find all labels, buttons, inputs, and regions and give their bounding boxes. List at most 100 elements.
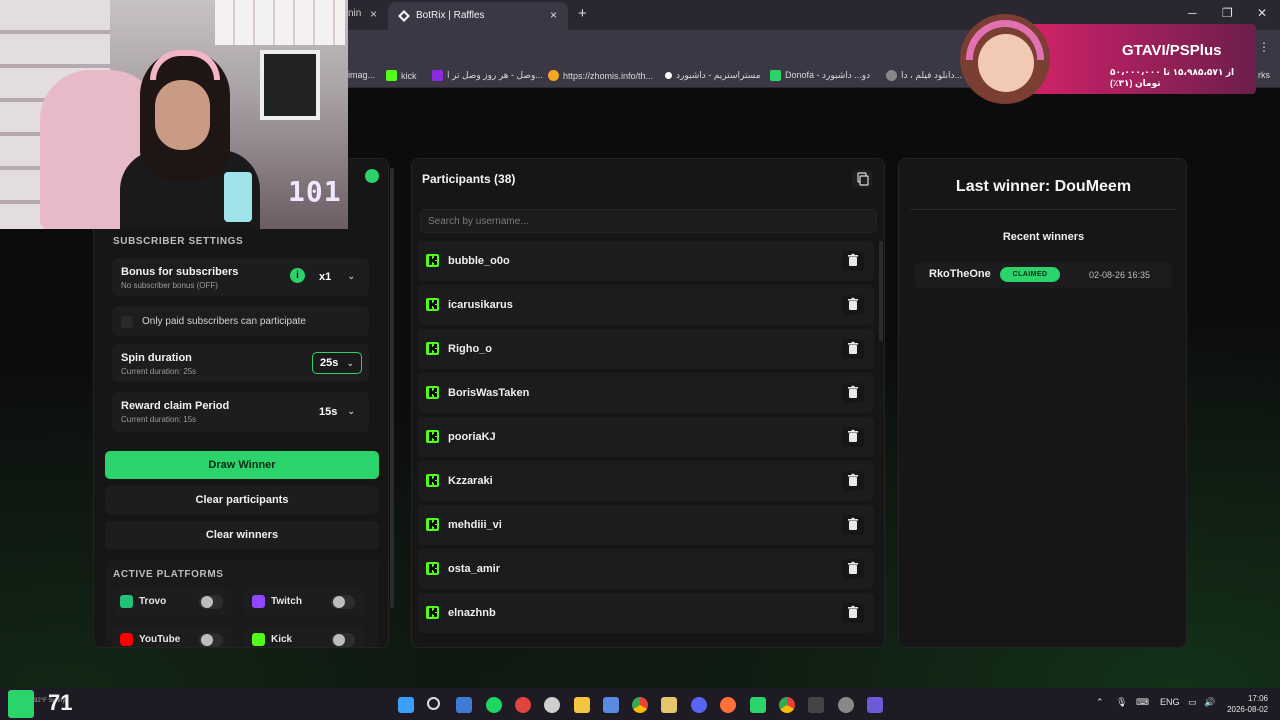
network-icon[interactable]: ▭ — [1188, 697, 1197, 708]
bonus-select[interactable]: x1 ⌄ — [312, 266, 362, 288]
winners-panel: Last winner: DouMeem Recent winners RkoT… — [898, 158, 1187, 648]
bookmark-item[interactable]: imag... — [348, 70, 375, 80]
bookmark-item[interactable]: https://zhomis.info/th... — [548, 70, 653, 81]
bookmark-item[interactable]: وصل - هر روز وصل تر ا... — [432, 70, 543, 81]
bookmark-item[interactable]: مستراستریم - داشبورد — [665, 70, 761, 81]
folder-icon[interactable] — [574, 697, 590, 713]
trash-icon — [848, 385, 858, 398]
kick-icon — [426, 430, 439, 443]
terminal-icon[interactable] — [808, 697, 824, 713]
bookmark-item[interactable]: Donofa - دو... داشبورد — [770, 70, 870, 81]
close-icon[interactable]: × — [550, 8, 557, 22]
taskview-icon[interactable] — [456, 697, 472, 713]
spotify-icon[interactable] — [486, 697, 502, 713]
participant-username: BorisWasTaken — [448, 387, 530, 399]
settings-panel: SUBSCRIBER SETTINGS Bonus for subscriber… — [93, 158, 389, 648]
window-close-icon[interactable]: ✕ — [1257, 6, 1267, 20]
only-paid-checkbox[interactable] — [121, 316, 133, 328]
bookmark-item[interactable]: kick — [386, 70, 417, 81]
volume-icon[interactable]: 🔊 — [1204, 697, 1215, 708]
chevron-up-icon[interactable]: ⌃ — [1096, 697, 1104, 708]
last-winner-title: Last winner: DouMeem — [955, 178, 1132, 195]
participant-row: elnazhnb — [418, 593, 874, 633]
spin-duration-select[interactable]: 25s ⌄ — [312, 352, 362, 374]
settings-scrollbar[interactable] — [389, 160, 395, 646]
delete-participant-button[interactable] — [842, 383, 864, 403]
trash-icon — [848, 297, 858, 310]
webcam-poster — [215, 0, 345, 45]
delete-participant-button[interactable] — [842, 471, 864, 491]
participants-panel: Participants (38) bubble_o0o icarusikarus… — [411, 158, 885, 648]
youtube-icon — [120, 633, 133, 646]
weather-widget[interactable]: 92°F Sunny 71 — [8, 690, 78, 718]
chrome-icon[interactable] — [632, 697, 648, 713]
delete-participant-button[interactable] — [842, 427, 864, 447]
platform-youtube: YouTube — [113, 627, 233, 647]
trash-icon — [848, 561, 858, 574]
start-icon[interactable] — [398, 697, 414, 713]
youtube-toggle[interactable] — [199, 633, 223, 647]
bookmark-item[interactable]: دانلود فیلم ، دا... — [886, 70, 962, 81]
participants-scrollbar[interactable] — [879, 241, 883, 341]
app-icon[interactable] — [867, 697, 883, 713]
menu-dots-icon[interactable]: ⋮ — [1258, 40, 1270, 54]
delete-participant-button[interactable] — [842, 559, 864, 579]
trash-icon — [848, 429, 858, 442]
kick-icon — [252, 633, 265, 646]
platform-name: Trovo — [139, 596, 167, 607]
mic-icon[interactable]: 🎙 — [1116, 697, 1127, 708]
firefox-icon[interactable] — [720, 697, 736, 713]
keyboard-icon[interactable]: ⌨ — [1136, 697, 1149, 708]
clear-winners-button[interactable]: Clear winners — [105, 521, 379, 549]
delete-participant-button[interactable] — [842, 603, 864, 623]
delete-participant-button[interactable] — [842, 251, 864, 271]
clock-date: 2026-08-02 — [1227, 705, 1268, 714]
participant-row: pooriaKJ — [418, 417, 874, 457]
spin-sub: Current duration: 25s — [121, 367, 197, 376]
participant-row: Kzzaraki — [418, 461, 874, 501]
discord-icon[interactable] — [691, 697, 707, 713]
kick-toggle[interactable] — [331, 633, 355, 647]
chevron-down-icon: ⌄ — [346, 358, 354, 368]
delete-participant-button[interactable] — [842, 339, 864, 359]
winner-date: 02-08-26 16:35 — [1089, 270, 1151, 280]
trash-icon — [848, 473, 858, 486]
tab-previous-label[interactable]: nin — [348, 8, 361, 19]
play-icon — [665, 72, 672, 79]
participant-row: BorisWasTaken — [418, 373, 874, 413]
globe-icon — [886, 70, 897, 81]
reward-period-select[interactable]: 15s ⌄ — [312, 401, 362, 423]
participant-row: mehdiii_vi — [418, 505, 874, 545]
participant-username: osta_amir — [448, 563, 500, 575]
search-icon[interactable] — [427, 697, 440, 710]
app-icon[interactable] — [661, 697, 677, 713]
delete-participant-button[interactable] — [842, 295, 864, 315]
active-platforms-card: ACTIVE PLATFORMS Trovo Twitch YouTube Ki… — [105, 560, 379, 647]
trovo-toggle[interactable] — [199, 595, 223, 609]
delete-participant-button[interactable] — [842, 515, 864, 535]
trovo-icon — [120, 595, 133, 608]
taskbar-clock[interactable]: 17:06 2026-08-02 — [1222, 693, 1268, 715]
only-paid-setting[interactable]: Only paid subscribers can participate — [112, 306, 369, 336]
app-icon[interactable] — [515, 697, 531, 713]
kick-icon — [426, 474, 439, 487]
app-icon[interactable] — [603, 697, 619, 713]
app-icon[interactable] — [544, 697, 560, 713]
twitch-toggle[interactable] — [331, 595, 355, 609]
close-icon[interactable]: × — [370, 7, 377, 21]
draw-winner-button[interactable]: Draw Winner — [105, 451, 379, 479]
search-input[interactable] — [420, 209, 877, 233]
tab-botrix-raffles[interactable]: BotRix | Raffles × — [388, 2, 568, 30]
only-paid-label: Only paid subscribers can participate — [142, 316, 306, 327]
copy-button[interactable] — [852, 170, 872, 188]
chrome-icon[interactable] — [779, 697, 795, 713]
participant-username: Righo_o — [448, 343, 492, 355]
app-icon[interactable] — [750, 697, 766, 713]
new-tab-icon[interactable]: + — [578, 5, 587, 22]
info-icon[interactable]: i — [290, 268, 305, 283]
clear-participants-button[interactable]: Clear participants — [105, 486, 379, 514]
spin-label: Spin duration — [121, 352, 192, 364]
bookmark-item[interactable]: rks — [1258, 70, 1270, 80]
language-indicator[interactable]: ENG — [1160, 697, 1180, 707]
app-icon[interactable] — [838, 697, 854, 713]
